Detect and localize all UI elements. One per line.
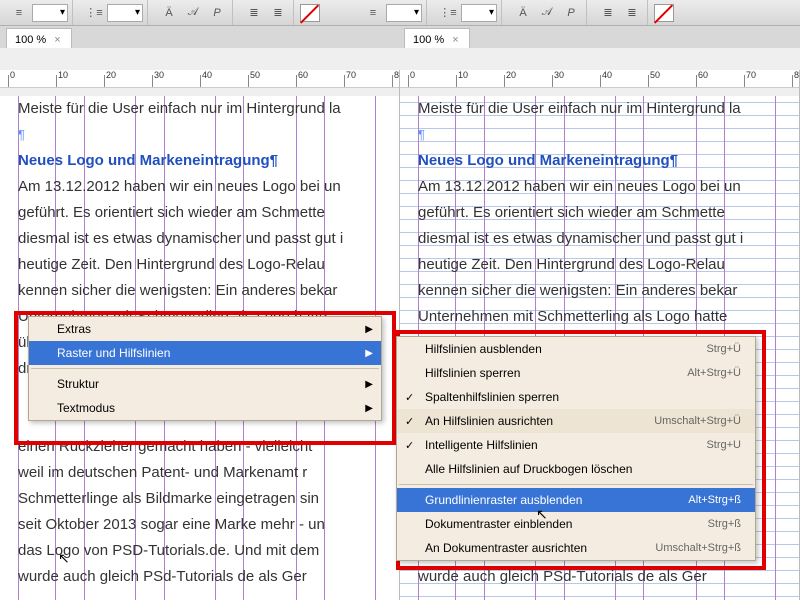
submenu-item[interactable]: Hilfslinien ausblendenStrg+Ü xyxy=(397,337,755,361)
text-line: heutige Zeit. Den Hintergrund des Logo-R… xyxy=(418,252,793,278)
text-line: Neues Logo und Markeneintragung¶ xyxy=(18,148,393,174)
document-tabs: 100 % × 100 % × xyxy=(0,26,800,48)
text-line: kennen sicher die wenigsten: Ein anderes… xyxy=(418,278,793,304)
indent-dropdown[interactable]: ▾ xyxy=(32,4,68,22)
align-left-icon[interactable]: ≡ xyxy=(8,3,30,23)
text-line: Neues Logo und Markeneintragung¶ xyxy=(418,148,793,174)
text-line: seit Oktober 2013 sogar eine Marke mehr … xyxy=(18,512,393,538)
text-line: geführt. Es orientiert sich wieder am Sc… xyxy=(18,200,393,226)
text-line: Unternehmen mit Schmetterling als Logo h… xyxy=(418,304,793,330)
cursor-pointer-icon: ↖ xyxy=(58,550,70,567)
horizontal-ruler: 01020304050607080 xyxy=(400,70,799,88)
text-line: ¶ xyxy=(18,122,393,148)
zoom-tab[interactable]: 100 % × xyxy=(404,28,470,48)
submenu-raster-hilfslinien: Hilfslinien ausblendenStrg+ÜHilfslinien … xyxy=(396,336,756,561)
horizontal-ruler: 01020304050607080 xyxy=(0,70,399,88)
text-line: Am 13.12.2012 haben wir ein neues Logo b… xyxy=(18,174,393,200)
submenu-item[interactable]: Dokumentraster einblendenStrg+ß xyxy=(397,512,755,536)
fill-swatch[interactable] xyxy=(654,4,674,22)
char-icon[interactable]: Ä xyxy=(512,3,534,23)
text-line: Schmetterlinge als Bildmarke eingetragen… xyxy=(18,486,393,512)
fill-swatch[interactable] xyxy=(300,4,320,22)
menu-item[interactable]: Extras▶ xyxy=(29,317,381,341)
menu-item[interactable]: Struktur▶ xyxy=(29,372,381,396)
text-line: weil im deutschen Patent- und Markenamt … xyxy=(18,460,393,486)
submenu-item[interactable]: ✓Spaltenhilfslinien sperren xyxy=(397,385,755,409)
cursor-pointer-icon: ↖ xyxy=(536,506,548,523)
context-menu: Extras▶Raster und Hilfslinien▶ Struktur▶T… xyxy=(28,316,382,421)
baseline-grid-on-icon[interactable]: ≣ xyxy=(597,3,619,23)
tab-label: 100 % xyxy=(15,34,46,46)
submenu-item[interactable]: Hilfslinien sperrenAlt+Strg+Ü xyxy=(397,361,755,385)
submenu-item[interactable]: An Dokumentraster ausrichtenUmschalt+Str… xyxy=(397,536,755,560)
submenu-item[interactable]: Alle Hilfslinien auf Druckbogen löschen xyxy=(397,457,755,481)
baseline-grid-on-icon[interactable]: ≣ xyxy=(243,3,265,23)
close-icon[interactable]: × xyxy=(452,34,458,46)
tab-label: 100 % xyxy=(413,34,444,46)
text-line: diesmal ist es etwas dynamischer und pas… xyxy=(18,226,393,252)
text-line: das Logo von PSD-Tutorials.de. Und mit d… xyxy=(18,538,393,564)
baseline-grid-off-icon[interactable]: ≣ xyxy=(621,3,643,23)
format-toolbar: ≡ ▾ ⋮≡ ▾ Ä 𝒜 P ≣ ≣ ≡ ▾ ⋮≡ ▾ Ä 𝒜 P ≣ ≣ xyxy=(0,0,800,26)
opentype-icon[interactable]: 𝒜 xyxy=(536,3,558,23)
text-line: geführt. Es orientiert sich wieder am Sc… xyxy=(418,200,793,226)
char-icon[interactable]: Ä xyxy=(158,3,180,23)
align-left-icon[interactable]: ≡ xyxy=(362,3,384,23)
text-line: heutige Zeit. Den Hintergrund des Logo-R… xyxy=(18,252,393,278)
text-line: Meiste für die User einfach nur im Hinte… xyxy=(418,96,793,122)
list-icon[interactable]: ⋮≡ xyxy=(437,3,459,23)
opentype-icon[interactable]: 𝒜 xyxy=(182,3,204,23)
menu-item[interactable]: Raster und Hilfslinien▶ xyxy=(29,341,381,365)
submenu-item[interactable]: ✓Intelligente HilfslinienStrg+U xyxy=(397,433,755,457)
text-line: ¶ xyxy=(418,122,793,148)
text-line: Meiste für die User einfach nur im Hinte… xyxy=(18,96,393,122)
close-icon[interactable]: × xyxy=(54,34,60,46)
text-line: kennen sicher die wenigsten: Ein anderes… xyxy=(18,278,393,304)
text-line: wurde auch gleich PSd-Tutorials de als G… xyxy=(18,564,393,590)
baseline-grid-off-icon[interactable]: ≣ xyxy=(267,3,289,23)
submenu-item[interactable]: ✓An Hilfslinien ausrichtenUmschalt+Strg+… xyxy=(397,409,755,433)
text-line: Am 13.12.2012 haben wir ein neues Logo b… xyxy=(418,174,793,200)
list-dropdown[interactable]: ▾ xyxy=(461,4,497,22)
list-dropdown[interactable]: ▾ xyxy=(107,4,143,22)
list-icon[interactable]: ⋮≡ xyxy=(83,3,105,23)
zoom-tab[interactable]: 100 % × xyxy=(6,28,72,48)
indent-dropdown[interactable]: ▾ xyxy=(386,4,422,22)
text-line: wurde auch gleich PSd-Tutorials de als G… xyxy=(418,564,793,590)
text-line: diesmal ist es etwas dynamischer und pas… xyxy=(418,226,793,252)
paragraph-style-icon[interactable]: P xyxy=(560,3,582,23)
menu-item[interactable]: Textmodus▶ xyxy=(29,396,381,420)
submenu-item[interactable]: Grundlinienraster ausblendenAlt+Strg+ß xyxy=(397,488,755,512)
text-line: einen Rückzieher gemacht haben - viellei… xyxy=(18,434,393,460)
paragraph-style-icon[interactable]: P xyxy=(206,3,228,23)
